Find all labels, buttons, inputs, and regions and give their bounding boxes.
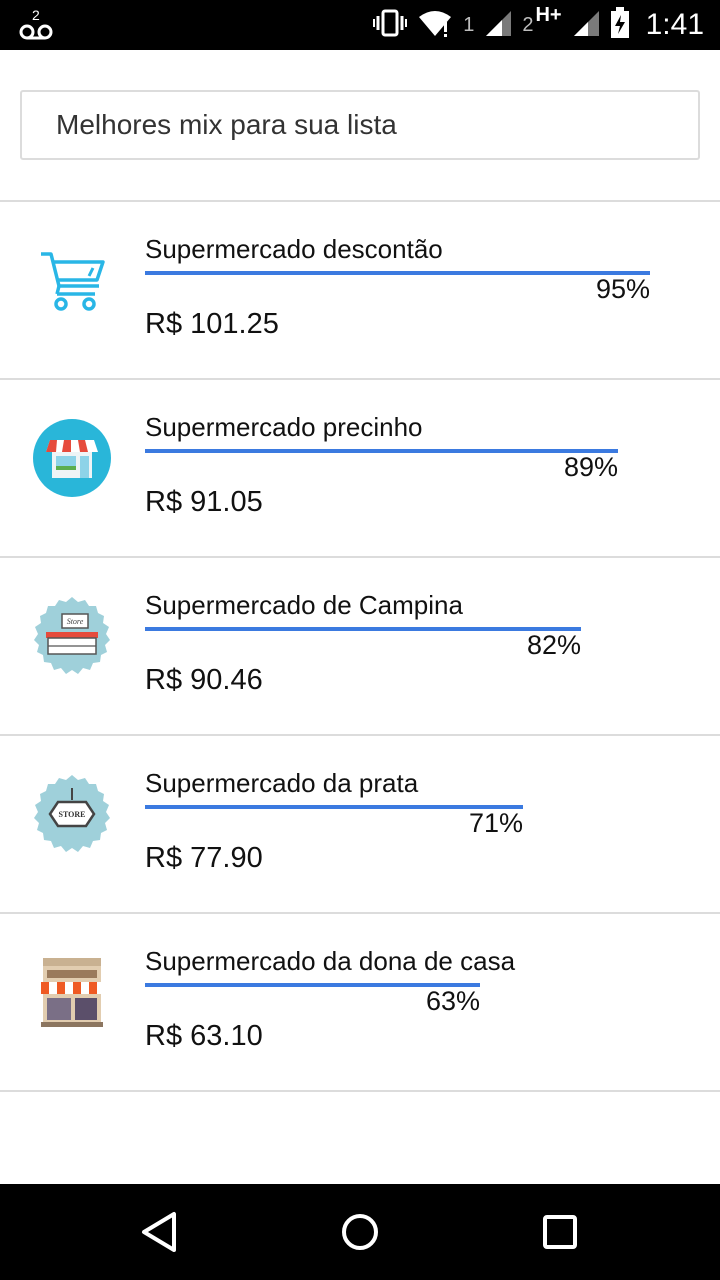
- store-name: Supermercado da dona de casa: [145, 946, 516, 976]
- vibrate-icon: [373, 8, 408, 43]
- store-price: R$ 101.25: [145, 308, 279, 340]
- search-text: Melhores mix para sua lista: [56, 109, 397, 140]
- wifi-icon: [417, 8, 453, 43]
- list-item[interactable]: STORE Supermercado da prata 71% R$ 77.90: [0, 736, 720, 914]
- store-front-icon: [28, 414, 116, 502]
- list-item[interactable]: Store Supermercado de Campina 82% R$ 90.…: [0, 558, 720, 736]
- match-percent: 63%: [425, 986, 480, 1016]
- store-price: R$ 77.90: [145, 842, 263, 874]
- signal-icon: [572, 9, 600, 42]
- store-name: Supermercado de Campina: [145, 590, 463, 620]
- match-percent: 71%: [468, 808, 523, 838]
- navigation-bar: [0, 1184, 720, 1280]
- cart-icon: [28, 236, 116, 324]
- search-input[interactable]: Melhores mix para sua lista: [20, 90, 700, 160]
- list-item[interactable]: Supermercado precinho 89% R$ 91.05: [0, 380, 720, 558]
- match-percent: 82%: [526, 630, 581, 660]
- recents-icon[interactable]: [536, 1208, 584, 1256]
- store-price: R$ 91.05: [145, 486, 263, 518]
- match-percent: 89%: [563, 452, 618, 482]
- match-percent: 95%: [595, 274, 650, 304]
- home-icon[interactable]: [336, 1208, 384, 1256]
- store-badge-icon: STORE: [28, 770, 116, 858]
- svg-text:STORE: STORE: [59, 810, 86, 819]
- sim1-label: 1: [463, 13, 475, 36]
- list-item[interactable]: Supermercado descontão 95% R$ 101.25: [0, 202, 720, 380]
- store-price: R$ 63.10: [145, 1020, 263, 1052]
- list-item[interactable]: Supermercado da dona de casa 63% R$ 63.1…: [0, 914, 720, 1092]
- voicemail-count: 2: [32, 7, 40, 23]
- store-name: Supermercado descontão: [145, 234, 443, 264]
- header: Melhores mix para sua lista: [0, 50, 720, 202]
- store-price: R$ 90.46: [145, 664, 263, 696]
- sim2-label: 2: [522, 13, 534, 36]
- signal-icon: [484, 9, 512, 42]
- voicemail-icon: 2: [18, 6, 58, 42]
- store-list: Supermercado descontão 95% R$ 101.25 Sup…: [0, 202, 720, 1092]
- status-bar: 2 1 2 H+ 1:41: [0, 0, 720, 50]
- status-time: 1:41: [645, 8, 704, 41]
- battery-icon: [610, 6, 630, 44]
- store-name: Supermercado precinho: [145, 412, 423, 442]
- svg-text:Store: Store: [67, 617, 84, 626]
- shop-building-icon: [28, 948, 116, 1036]
- network-type: H+: [535, 3, 562, 26]
- store-name: Supermercado da prata: [145, 768, 419, 798]
- store-sign-icon: Store: [28, 592, 116, 680]
- back-icon[interactable]: [136, 1208, 184, 1256]
